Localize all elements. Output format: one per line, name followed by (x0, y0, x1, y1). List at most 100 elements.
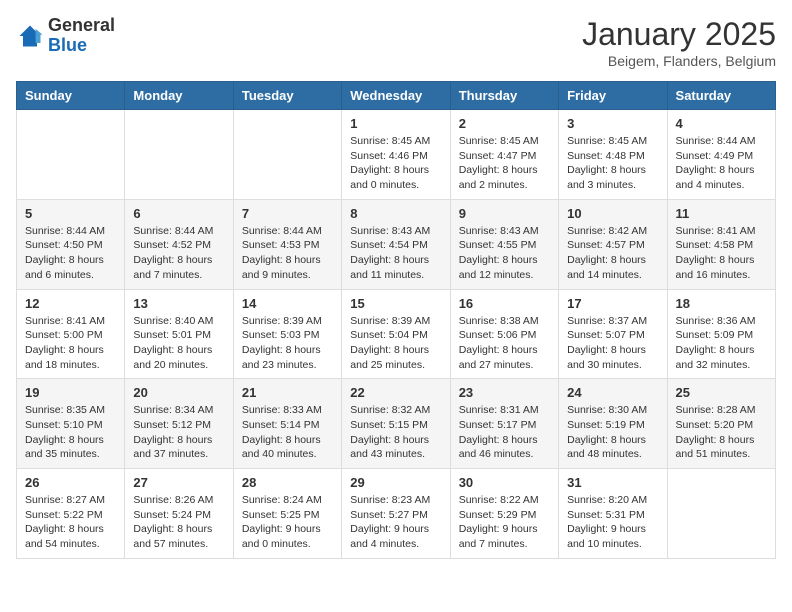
day-info: Sunrise: 8:45 AM Sunset: 4:47 PM Dayligh… (459, 134, 550, 193)
calendar-cell: 5 Sunrise: 8:44 AM Sunset: 4:50 PM Daylig… (17, 199, 125, 289)
calendar-cell: 11 Sunrise: 8:41 AM Sunset: 4:58 PM Dayli… (667, 199, 775, 289)
day-info: Sunrise: 8:32 AM Sunset: 5:15 PM Dayligh… (350, 403, 441, 462)
logo-icon (16, 22, 44, 50)
calendar-cell: 8Sunrise: 8:43 AM Sunset: 4:54 PM Daylig… (342, 199, 450, 289)
day-number: 7 (242, 206, 333, 221)
day-number: 9 (459, 206, 550, 221)
calendar-week-4: 19 Sunrise: 8:35 AM Sunset: 5:10 PM Dayli… (17, 379, 776, 469)
calendar-cell: 30Sunrise: 8:22 AM Sunset: 5:29 PM Dayli… (450, 469, 558, 559)
calendar-cell: 25 Sunrise: 8:28 AM Sunset: 5:20 PM Dayli… (667, 379, 775, 469)
day-info: Sunrise: 8:31 AM Sunset: 5:17 PM Dayligh… (459, 403, 550, 462)
day-info: Sunrise: 8:39 AM Sunset: 5:04 PM Dayligh… (350, 314, 441, 373)
day-info: Sunrise: 8:36 AM Sunset: 5:09 PM Dayligh… (676, 314, 767, 373)
day-number: 2 (459, 116, 550, 131)
day-info: Sunrise: 8:28 AM Sunset: 5:20 PM Dayligh… (676, 403, 767, 462)
day-info: Sunrise: 8:27 AM Sunset: 5:22 PM Dayligh… (25, 493, 116, 552)
day-number: 19 (25, 385, 116, 400)
day-info: Sunrise: 8:26 AM Sunset: 5:24 PM Dayligh… (133, 493, 224, 552)
calendar-cell: 13Sunrise: 8:40 AM Sunset: 5:01 PM Dayli… (125, 289, 233, 379)
day-number: 15 (350, 296, 441, 311)
day-number: 14 (242, 296, 333, 311)
day-info: Sunrise: 8:44 AM Sunset: 4:50 PM Dayligh… (25, 224, 116, 283)
calendar-cell: 4 Sunrise: 8:44 AM Sunset: 4:49 PM Daylig… (667, 110, 775, 200)
day-number: 3 (567, 116, 658, 131)
calendar-cell: 19 Sunrise: 8:35 AM Sunset: 5:10 PM Dayli… (17, 379, 125, 469)
day-info: Sunrise: 8:41 AM Sunset: 4:58 PM Dayligh… (676, 224, 767, 283)
day-info: Sunrise: 8:44 AM Sunset: 4:49 PM Dayligh… (676, 134, 767, 193)
calendar-week-3: 12Sunrise: 8:41 AM Sunset: 5:00 PM Dayli… (17, 289, 776, 379)
day-info: Sunrise: 8:44 AM Sunset: 4:53 PM Dayligh… (242, 224, 333, 283)
calendar-cell: 6 Sunrise: 8:44 AM Sunset: 4:52 PM Daylig… (125, 199, 233, 289)
weekday-header-sunday: Sunday (17, 82, 125, 110)
location-text: Beigem, Flanders, Belgium (582, 53, 776, 69)
weekday-header-wednesday: Wednesday (342, 82, 450, 110)
day-info: Sunrise: 8:33 AM Sunset: 5:14 PM Dayligh… (242, 403, 333, 462)
day-number: 30 (459, 475, 550, 490)
weekday-header-friday: Friday (559, 82, 667, 110)
day-info: Sunrise: 8:23 AM Sunset: 5:27 PM Dayligh… (350, 493, 441, 552)
calendar-cell: 3 Sunrise: 8:45 AM Sunset: 4:48 PM Daylig… (559, 110, 667, 200)
logo-text: General Blue (48, 16, 115, 56)
calendar-cell: 20 Sunrise: 8:34 AM Sunset: 5:12 PM Dayli… (125, 379, 233, 469)
day-number: 23 (459, 385, 550, 400)
calendar-cell: 24 Sunrise: 8:30 AM Sunset: 5:19 PM Dayli… (559, 379, 667, 469)
day-number: 22 (350, 385, 441, 400)
title-block: January 2025 Beigem, Flanders, Belgium (582, 16, 776, 69)
calendar-cell: 12Sunrise: 8:41 AM Sunset: 5:00 PM Dayli… (17, 289, 125, 379)
day-info: Sunrise: 8:39 AM Sunset: 5:03 PM Dayligh… (242, 314, 333, 373)
day-number: 6 (133, 206, 224, 221)
weekday-header-thursday: Thursday (450, 82, 558, 110)
day-number: 31 (567, 475, 658, 490)
day-number: 26 (25, 475, 116, 490)
day-number: 11 (676, 206, 767, 221)
weekday-header-row: SundayMondayTuesdayWednesdayThursdayFrid… (17, 82, 776, 110)
calendar-week-2: 5 Sunrise: 8:44 AM Sunset: 4:50 PM Daylig… (17, 199, 776, 289)
weekday-header-tuesday: Tuesday (233, 82, 341, 110)
calendar-cell: 10 Sunrise: 8:42 AM Sunset: 4:57 PM Dayli… (559, 199, 667, 289)
day-number: 20 (133, 385, 224, 400)
day-info: Sunrise: 8:38 AM Sunset: 5:06 PM Dayligh… (459, 314, 550, 373)
calendar-table: SundayMondayTuesdayWednesdayThursdayFrid… (16, 81, 776, 559)
day-number: 25 (676, 385, 767, 400)
logo-blue-text: Blue (48, 36, 115, 56)
calendar-cell: 21 Sunrise: 8:33 AM Sunset: 5:14 PM Dayli… (233, 379, 341, 469)
calendar-cell: 31Sunrise: 8:20 AM Sunset: 5:31 PM Dayli… (559, 469, 667, 559)
day-info: Sunrise: 8:42 AM Sunset: 4:57 PM Dayligh… (567, 224, 658, 283)
calendar-cell: 26 Sunrise: 8:27 AM Sunset: 5:22 PM Dayli… (17, 469, 125, 559)
day-number: 24 (567, 385, 658, 400)
month-title: January 2025 (582, 16, 776, 53)
day-info: Sunrise: 8:34 AM Sunset: 5:12 PM Dayligh… (133, 403, 224, 462)
day-number: 18 (676, 296, 767, 311)
logo-general-text: General (48, 16, 115, 36)
calendar-cell: 27Sunrise: 8:26 AM Sunset: 5:24 PM Dayli… (125, 469, 233, 559)
day-info: Sunrise: 8:30 AM Sunset: 5:19 PM Dayligh… (567, 403, 658, 462)
day-info: Sunrise: 8:24 AM Sunset: 5:25 PM Dayligh… (242, 493, 333, 552)
calendar-cell (667, 469, 775, 559)
day-number: 21 (242, 385, 333, 400)
day-number: 5 (25, 206, 116, 221)
page-header: General Blue January 2025 Beigem, Flande… (16, 16, 776, 69)
calendar-cell: 29Sunrise: 8:23 AM Sunset: 5:27 PM Dayli… (342, 469, 450, 559)
day-number: 28 (242, 475, 333, 490)
calendar-cell: 22 Sunrise: 8:32 AM Sunset: 5:15 PM Dayli… (342, 379, 450, 469)
day-info: Sunrise: 8:45 AM Sunset: 4:48 PM Dayligh… (567, 134, 658, 193)
logo: General Blue (16, 16, 115, 56)
calendar-cell: 7 Sunrise: 8:44 AM Sunset: 4:53 PM Daylig… (233, 199, 341, 289)
calendar-cell: 2 Sunrise: 8:45 AM Sunset: 4:47 PM Daylig… (450, 110, 558, 200)
day-info: Sunrise: 8:44 AM Sunset: 4:52 PM Dayligh… (133, 224, 224, 283)
calendar-cell: 15 Sunrise: 8:39 AM Sunset: 5:04 PM Dayli… (342, 289, 450, 379)
day-info: Sunrise: 8:37 AM Sunset: 5:07 PM Dayligh… (567, 314, 658, 373)
calendar-cell: 23 Sunrise: 8:31 AM Sunset: 5:17 PM Dayli… (450, 379, 558, 469)
calendar-cell: 18 Sunrise: 8:36 AM Sunset: 5:09 PM Dayli… (667, 289, 775, 379)
day-info: Sunrise: 8:35 AM Sunset: 5:10 PM Dayligh… (25, 403, 116, 462)
day-number: 1 (350, 116, 441, 131)
day-number: 16 (459, 296, 550, 311)
day-info: Sunrise: 8:45 AM Sunset: 4:46 PM Dayligh… (350, 134, 441, 193)
calendar-cell (17, 110, 125, 200)
weekday-header-monday: Monday (125, 82, 233, 110)
calendar-cell: 28 Sunrise: 8:24 AM Sunset: 5:25 PM Dayli… (233, 469, 341, 559)
day-number: 10 (567, 206, 658, 221)
day-number: 4 (676, 116, 767, 131)
day-number: 8 (350, 206, 441, 221)
weekday-header-saturday: Saturday (667, 82, 775, 110)
